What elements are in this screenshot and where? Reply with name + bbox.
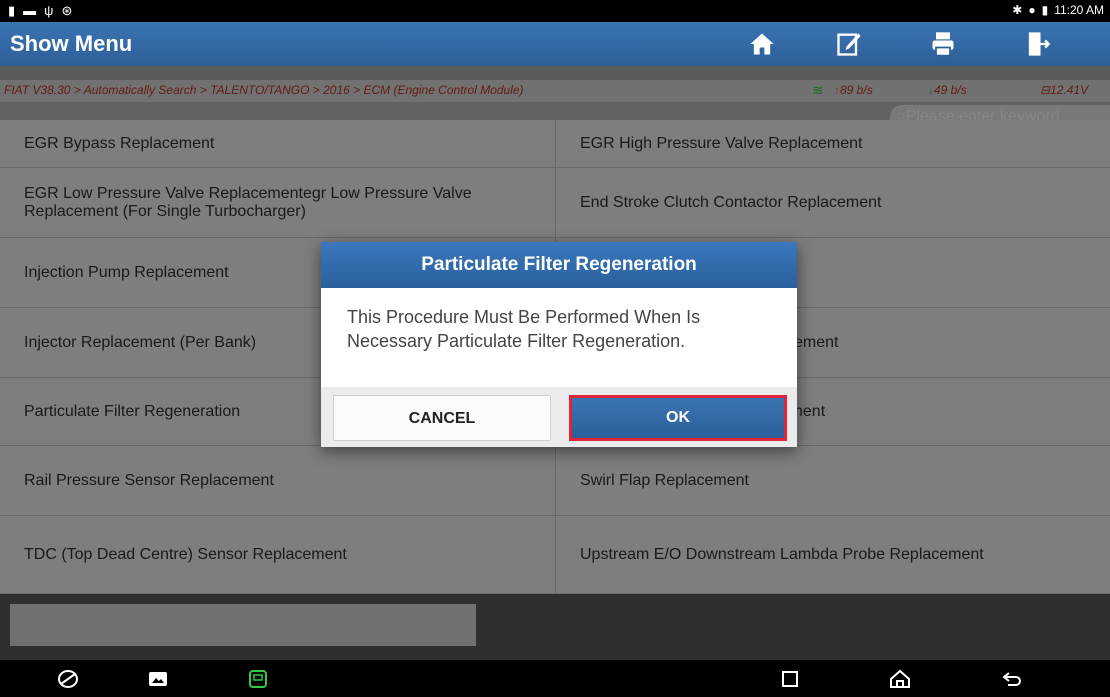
clock: 11:20 AM <box>1054 3 1104 17</box>
no-disturb-icon: ⊛ <box>61 3 73 18</box>
dialog-message: This Procedure Must Be Performed When Is… <box>347 307 701 351</box>
dialog-title: Particulate Filter Regeneration <box>321 242 797 288</box>
print-button[interactable] <box>906 22 980 66</box>
usb-icon: ψ <box>44 3 54 18</box>
navigation-bar <box>0 660 1110 697</box>
system-icons: ✱ ● ▮ 11:20 AM <box>1012 3 1104 17</box>
dnd-icon: ● <box>1028 3 1036 17</box>
battery-icon: ▮ <box>1041 3 1049 17</box>
browser-icon[interactable] <box>56 667 80 691</box>
home-nav-icon[interactable] <box>888 667 912 691</box>
print-icon <box>932 32 954 57</box>
status-bar: ▮ ▬ ψ ⊛ ✱ ● ▮ 11:20 AM <box>0 0 1110 22</box>
back-icon[interactable] <box>1000 667 1024 691</box>
exit-icon <box>1028 32 1051 56</box>
gallery-icon[interactable] <box>146 667 170 691</box>
bluetooth-icon: ✱ <box>1012 3 1023 17</box>
header-bar: Show Menu <box>0 22 1110 66</box>
page-title: Show Menu <box>10 31 133 56</box>
cancel-button[interactable]: CANCEL <box>333 395 551 441</box>
exit-button[interactable] <box>1000 22 1074 66</box>
notification-icon: ▮ <box>8 3 16 18</box>
edit-icon <box>837 33 861 56</box>
vci-icon[interactable] <box>246 667 270 691</box>
home-button[interactable] <box>725 22 799 66</box>
recent-apps-icon[interactable] <box>778 667 802 691</box>
notification-icons: ▮ ▬ ψ ⊛ <box>8 3 72 19</box>
ok-button[interactable]: OK <box>569 395 787 441</box>
image-notification-icon: ▬ <box>23 3 37 18</box>
edit-button[interactable] <box>812 22 886 66</box>
home-icon <box>750 33 774 55</box>
dialog-footer: CANCEL OK <box>321 387 797 447</box>
confirm-dialog: Particulate Filter Regeneration This Pro… <box>321 242 797 447</box>
